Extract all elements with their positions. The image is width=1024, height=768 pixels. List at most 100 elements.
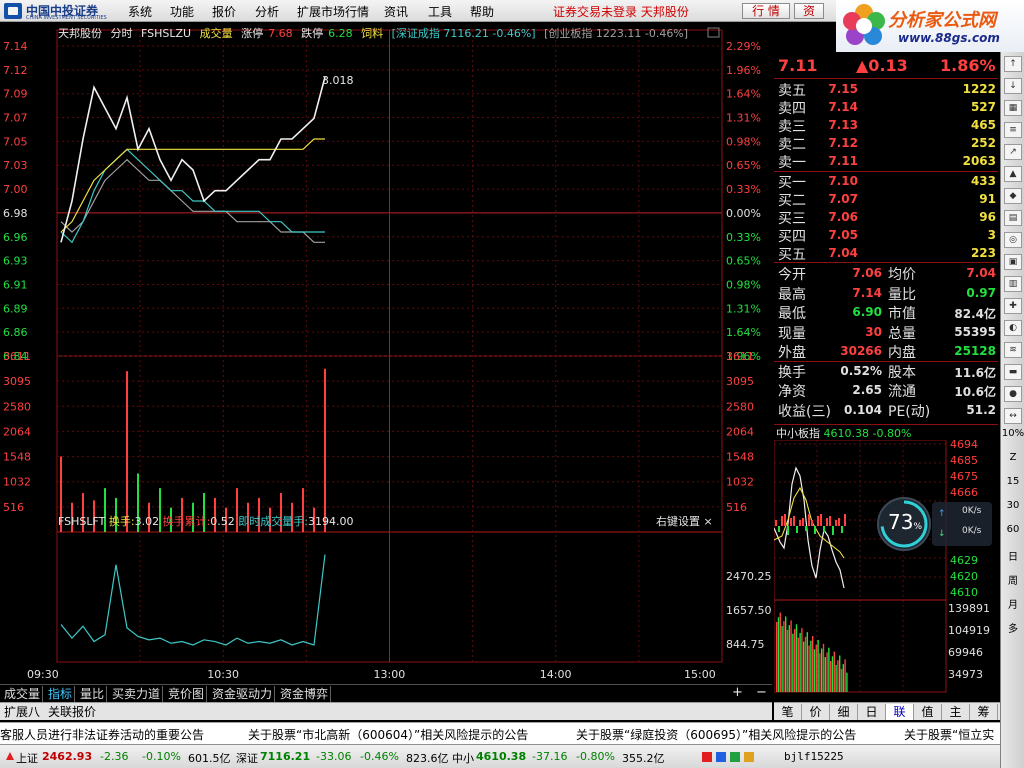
bid-level[interactable]: 买五 7.04 223	[774, 244, 998, 263]
menu-quotes[interactable]: 报价	[212, 3, 236, 20]
advert-title: 分析家公式网	[888, 10, 996, 31]
menu-system[interactable]: 系统	[128, 3, 152, 20]
plus-icon[interactable]: ✚	[1004, 298, 1022, 314]
diamond-icon[interactable]: ◆	[1004, 188, 1022, 204]
menu-extended-market[interactable]: 扩展市场行情	[297, 3, 369, 20]
grid-icon[interactable]: ▦	[1004, 100, 1022, 116]
ask-level[interactable]: 卖三 7.13 465	[774, 116, 998, 135]
industry-label: 饲料	[361, 27, 384, 40]
limit-down-value: 6.28	[328, 27, 353, 40]
menu-news[interactable]: 资讯	[384, 3, 408, 20]
mini-index-chart[interactable]: 4694468546754666462946204610139891104919…	[774, 440, 1000, 702]
period-button[interactable]: Z	[1001, 452, 1024, 463]
bid-level[interactable]: 买四 7.05 3	[774, 226, 998, 245]
stat-label: 量比	[888, 286, 916, 303]
advert-logo: 分析家公式网 www.88gs.com	[836, 0, 1024, 52]
table-icon[interactable]: ▤	[1004, 210, 1022, 226]
news-item[interactable]: 关于股票“市北高新（600604）”相关风险提示的公告	[248, 726, 528, 743]
dot-icon[interactable]: ●	[1004, 386, 1022, 402]
right-tab[interactable]: 细	[830, 704, 858, 720]
news-ticker[interactable]: 客服人员进行非法证券活动的重要公告 关于股票“市北高新（600604）”相关风险…	[0, 722, 1000, 744]
speed-widget[interactable]: ↑ ↓ 73% 0K/s 0K/s	[874, 496, 994, 552]
ask-level[interactable]: 卖五 7.15 1222	[774, 80, 998, 99]
sz-label: 深证	[236, 752, 258, 765]
period-button[interactable]: 月	[1001, 596, 1024, 611]
menu-help[interactable]: 帮助	[470, 3, 494, 20]
target-icon[interactable]: ◎	[1004, 232, 1022, 248]
tab-related-quotes[interactable]: 关联报价	[48, 704, 96, 720]
status-bar: 上证 2462.93 -2.36 -0.10% 601.5亿 深证 7116.2…	[0, 744, 1000, 768]
bar-icon[interactable]: ▬	[1004, 364, 1022, 380]
speed-percent: 73%	[888, 510, 923, 534]
news-item[interactable]: 关于股票“恒立实	[904, 726, 994, 743]
right-tab[interactable]: 筹	[970, 704, 998, 720]
bid-level[interactable]: 买二 7.07 91	[774, 190, 998, 209]
mini-volume-bar	[813, 649, 816, 692]
news-item[interactable]: 关于股票“绿庭投资（600695）”相关风险提示的公告	[576, 726, 856, 743]
mini-volume-bar	[777, 617, 780, 692]
tab-indicator[interactable]: 资金博弈	[278, 686, 332, 702]
down-icon[interactable]: ↓	[1004, 78, 1022, 94]
menu-function[interactable]: 功能	[170, 3, 194, 20]
intraday-chart[interactable]: 7.14 7.12 7.09 7.07 7.05 7.03 7.00 6.98 6.96 6.93…	[0, 22, 772, 684]
chart-title: 天邦股份 分时 FSHSLZU 成交量 涨停 7.68 跌停 6.28 饲料 [深证…	[58, 25, 693, 41]
news-item[interactable]: 客服人员进行非法证券活动的重要公告	[0, 726, 204, 743]
half-circle-icon[interactable]: ◐	[1004, 320, 1022, 336]
right-tab[interactable]: 联	[886, 704, 914, 720]
price-tick-label: 7.07	[3, 112, 28, 125]
right-tab[interactable]: 主	[942, 704, 970, 720]
price-tick-label: 7.03	[3, 159, 28, 172]
level-volume: 223	[970, 246, 996, 260]
mini-volume-bar	[828, 647, 830, 692]
ask-level[interactable]: 卖四 7.14 527	[774, 98, 998, 117]
period-button[interactable]: 60	[1001, 524, 1024, 535]
bid-level[interactable]: 买一 7.10 433	[774, 172, 998, 191]
trend-icon[interactable]: ↗	[1004, 144, 1022, 160]
volume-tick-label: 3611	[726, 350, 754, 363]
right-tab[interactable]: 日	[858, 704, 886, 720]
arrows-icon[interactable]: ↔	[1004, 408, 1022, 424]
tab-indicator[interactable]: 竞价图	[166, 686, 208, 702]
ask-level[interactable]: 卖一 7.11 2063	[774, 152, 998, 171]
period-button[interactable]: 多	[1001, 620, 1024, 635]
wave-icon[interactable]: ≋	[1004, 342, 1022, 358]
ask-level[interactable]: 卖二 7.12 252	[774, 134, 998, 153]
list-icon[interactable]: ≡	[1004, 122, 1022, 138]
quote-button[interactable]: 行 情	[742, 3, 790, 19]
add-tab-icon[interactable]: +	[732, 685, 743, 700]
tab-indicator[interactable]: 量比	[78, 686, 108, 702]
sub-chart-title: FSHSLFT 换手:3.02 换手累计:0.52 即时成交量手:3194.00	[58, 513, 354, 529]
right-tab[interactable]: 笔	[774, 704, 802, 720]
sub-tick-label: 844.75	[726, 638, 765, 651]
period-button[interactable]: 10%	[1001, 428, 1024, 439]
tab-extension-8[interactable]: 扩展八	[4, 704, 40, 720]
menu-tools[interactable]: 工具	[428, 3, 452, 20]
pct-tick-label: 0.98%	[726, 278, 761, 291]
pct-tick-label: 1.64%	[726, 326, 761, 339]
level-price: 7.15	[828, 82, 858, 96]
right-tab[interactable]: 值	[914, 704, 942, 720]
connection-status-icons[interactable]	[700, 749, 760, 765]
period-button[interactable]: 周	[1001, 572, 1024, 587]
tab-indicator[interactable]: 资金驱动力	[210, 686, 276, 702]
bid-level[interactable]: 买三 7.06 96	[774, 208, 998, 227]
stat-value: 0.104	[844, 402, 882, 417]
right-tab[interactable]: 价	[802, 704, 830, 720]
level-price: 7.07	[828, 192, 858, 206]
right-click-settings[interactable]: 右键设置 ×	[656, 513, 713, 529]
period-button[interactable]: 日	[1001, 548, 1024, 563]
menu-analysis[interactable]: 分析	[255, 3, 279, 20]
chart-icon[interactable]: ▲	[1004, 166, 1022, 182]
trade-button[interactable]: 资	[794, 3, 824, 19]
up-icon[interactable]: ↑	[1004, 56, 1022, 72]
square-icon[interactable]: ▣	[1004, 254, 1022, 270]
period-button[interactable]: 30	[1001, 500, 1024, 511]
tab-indicator[interactable]: 成交量	[2, 686, 44, 702]
tab-indicator[interactable]: 指标	[46, 686, 76, 702]
period-button[interactable]: 15	[1001, 476, 1024, 487]
mini-volume-bar	[786, 629, 789, 692]
bars-icon[interactable]: ▥	[1004, 276, 1022, 292]
mini-volume-bar	[810, 640, 812, 692]
tab-indicator[interactable]: 买卖力道	[110, 686, 164, 702]
remove-tab-icon[interactable]: −	[756, 685, 767, 700]
